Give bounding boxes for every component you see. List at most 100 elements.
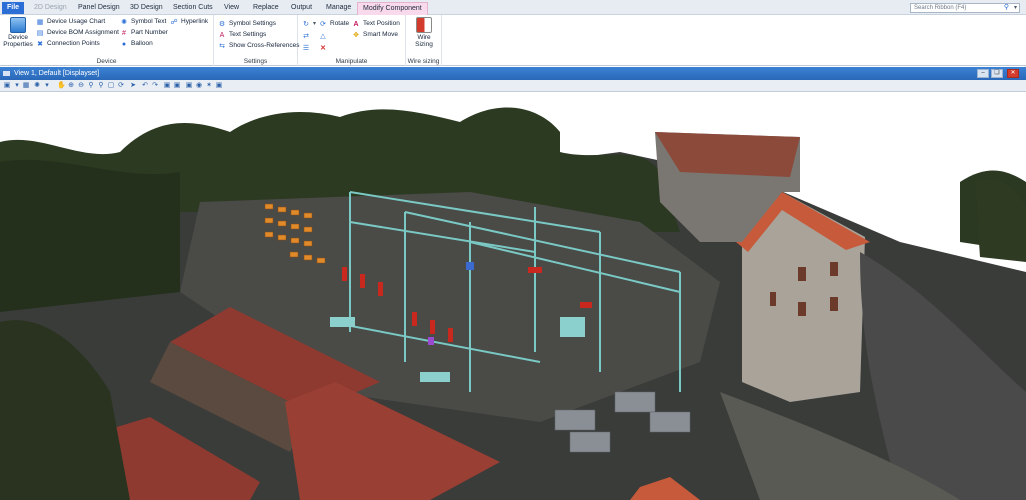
render-icon[interactable]: ◉ xyxy=(195,82,203,90)
minimize-icon[interactable]: – xyxy=(977,69,989,78)
part-number-button[interactable]: # Part Number xyxy=(120,28,168,38)
show-cross-references-label: Show Cross-References xyxy=(229,42,300,49)
part-number-label: Part Number xyxy=(131,29,168,36)
undo-view-icon[interactable]: ↶ xyxy=(141,82,149,90)
view-title: View 1, Default [Displayset] xyxy=(14,70,100,77)
tab-modify-component[interactable]: Modify Component xyxy=(357,2,428,16)
wire-sizing-icon xyxy=(416,17,432,33)
ribbon-tab-bar: File 2D Design Panel Design 3D Design Se… xyxy=(0,0,1026,16)
light-icon[interactable]: ✶ xyxy=(205,82,213,90)
balloon-button[interactable]: ● Balloon xyxy=(120,39,153,49)
group-device: Device Properties ▦ Device Usage Chart ▤ D… xyxy=(0,15,214,66)
part-number-icon: # xyxy=(122,30,126,37)
tab-view[interactable]: View xyxy=(219,2,244,15)
delete-button[interactable]: ✕ xyxy=(319,43,330,53)
manipulate-icon-button-3[interactable]: ☰ xyxy=(302,43,313,53)
chevron-down-icon[interactable]: ▾ xyxy=(313,21,316,27)
rotate-label: Rotate xyxy=(330,20,350,27)
chevron-down-icon[interactable]: ▾ xyxy=(1014,4,1017,12)
wire-sizing-button[interactable]: Wire Sizing xyxy=(408,17,440,48)
device-properties-button[interactable]: Device Properties xyxy=(2,17,34,48)
show-cross-references-button[interactable]: ⇆ Show Cross-References xyxy=(218,41,299,51)
zoom-extents-icon[interactable]: ⚲ xyxy=(97,82,105,90)
restore-icon[interactable]: ❑ xyxy=(991,69,1003,78)
select-icon[interactable]: ➤ xyxy=(129,82,137,90)
search-input[interactable]: Search Ribbon (F4) xyxy=(914,5,966,11)
align-icon: ☰ xyxy=(302,45,310,52)
symbol-text-button[interactable]: ✺ Symbol Text xyxy=(120,17,166,27)
section-icon[interactable]: ▣ xyxy=(215,82,223,90)
balloon-label: Balloon xyxy=(131,40,153,47)
group-label-wire-sizing: Wire sizing xyxy=(407,58,440,65)
tab-panel-design[interactable]: Panel Design xyxy=(73,2,125,15)
device-bom-assignment-label: Device BOM Assignment xyxy=(47,29,119,36)
swap-icon: ⇄ xyxy=(303,33,309,40)
text-settings-button[interactable]: A Text Settings xyxy=(218,30,267,40)
manipulate-icon-button-1[interactable]: ↻ ▾ xyxy=(302,19,316,29)
manipulate-icon-button-2[interactable]: ⇄ xyxy=(302,31,313,41)
rotate-button[interactable]: ⟳ Rotate xyxy=(319,19,349,29)
zoom-in-icon[interactable]: ⊕ xyxy=(67,82,75,90)
symbol-text-icon: ✺ xyxy=(121,19,127,26)
connection-points-icon: ✖ xyxy=(37,41,43,48)
zoom-window-icon[interactable]: ⚲ xyxy=(87,82,95,90)
tab-file[interactable]: File xyxy=(2,2,24,14)
search-ribbon[interactable]: Search Ribbon (F4) ⚲ ▾ xyxy=(910,3,1020,13)
tab-replace[interactable]: Replace xyxy=(248,2,284,15)
settings-icon[interactable]: ✺ xyxy=(33,82,41,90)
rotate-view-icon[interactable]: ⟳ xyxy=(117,82,125,90)
symbol-settings-button[interactable]: ⚙ Symbol Settings xyxy=(218,19,276,29)
view-toolbar: ▣ ▾ ▦ ✺ ▾ ✋ ⊕ ⊖ ⚲ ⚲ ▢ ⟳ ➤ ↶ ↷ ▣ ▣ ▣ ◉ ✶ … xyxy=(0,80,1026,92)
smart-move-label: Smart Move xyxy=(363,31,399,38)
text-settings-icon: A xyxy=(219,32,225,39)
redo-view-icon[interactable]: ↷ xyxy=(151,82,159,90)
tab-manage[interactable]: Manage xyxy=(321,2,356,15)
tree-button[interactable]: △ xyxy=(319,31,330,41)
chevron-down-icon[interactable]: ▾ xyxy=(43,82,51,90)
group-label-settings: Settings xyxy=(243,58,268,65)
grid-icon[interactable]: ▦ xyxy=(22,82,30,90)
rotate-icon: ⟳ xyxy=(320,21,326,28)
delete-icon: ✕ xyxy=(320,45,326,52)
device-usage-chart-button[interactable]: ▦ Device Usage Chart xyxy=(36,17,105,27)
text-settings-label: Text Settings xyxy=(229,31,267,38)
wire-sizing-label: Wire Sizing xyxy=(415,34,433,48)
copy-icon: ↻ xyxy=(303,21,309,28)
point-cloud-scene[interactable] xyxy=(0,92,1026,500)
device-bom-assignment-button[interactable]: ▤ Device BOM Assignment xyxy=(36,28,119,38)
hyperlink-button[interactable]: ☍ Hyperlink xyxy=(170,17,208,27)
view-mode-icon[interactable]: ▣ xyxy=(3,82,11,90)
display-2-icon[interactable]: ▣ xyxy=(173,82,181,90)
bom-icon: ▤ xyxy=(36,30,44,37)
tab-output[interactable]: Output xyxy=(286,2,317,15)
smart-move-icon: ✥ xyxy=(353,32,359,39)
cross-references-icon: ⇆ xyxy=(219,43,225,50)
tab-3d-design[interactable]: 3D Design xyxy=(125,2,168,15)
tab-2d-design[interactable]: 2D Design xyxy=(29,2,72,15)
group-label-device: Device xyxy=(96,58,117,65)
device-properties-icon xyxy=(10,17,26,33)
zoom-out-icon[interactable]: ⊖ xyxy=(77,82,85,90)
usage-chart-icon: ▦ xyxy=(36,19,44,26)
group-manipulate: ↻ ▾ ⇄ ☰ ⟳ Rotate △ ✕ A Text Position ✥ Smart… xyxy=(298,15,406,66)
smart-move-button[interactable]: ✥ Smart Move xyxy=(352,30,398,40)
text-position-button[interactable]: A Text Position xyxy=(352,19,399,29)
symbol-settings-icon: ⚙ xyxy=(218,21,226,28)
viewport-3d[interactable] xyxy=(0,92,1026,500)
connection-points-button[interactable]: ✖ Connection Points xyxy=(36,39,100,49)
search-icon[interactable]: ⚲ xyxy=(1004,4,1009,12)
connection-points-label: Connection Points xyxy=(47,40,100,47)
view-icon xyxy=(3,71,10,76)
hyperlink-icon: ☍ xyxy=(170,19,178,26)
balloon-icon: ● xyxy=(121,41,127,48)
camera-icon[interactable]: ▣ xyxy=(185,82,193,90)
chevron-down-icon[interactable]: ▾ xyxy=(13,82,21,90)
display-icon[interactable]: ▣ xyxy=(163,82,171,90)
fit-view-icon[interactable]: ▢ xyxy=(107,82,115,90)
symbol-text-label: Symbol Text xyxy=(131,18,167,25)
pan-icon[interactable]: ✋ xyxy=(57,82,66,90)
close-icon[interactable]: ✕ xyxy=(1007,69,1019,78)
tab-section-cuts[interactable]: Section Cuts xyxy=(168,2,218,15)
group-settings: ⚙ Symbol Settings A Text Settings ⇆ Show Cr… xyxy=(214,15,299,66)
device-usage-chart-label: Device Usage Chart xyxy=(47,18,106,25)
